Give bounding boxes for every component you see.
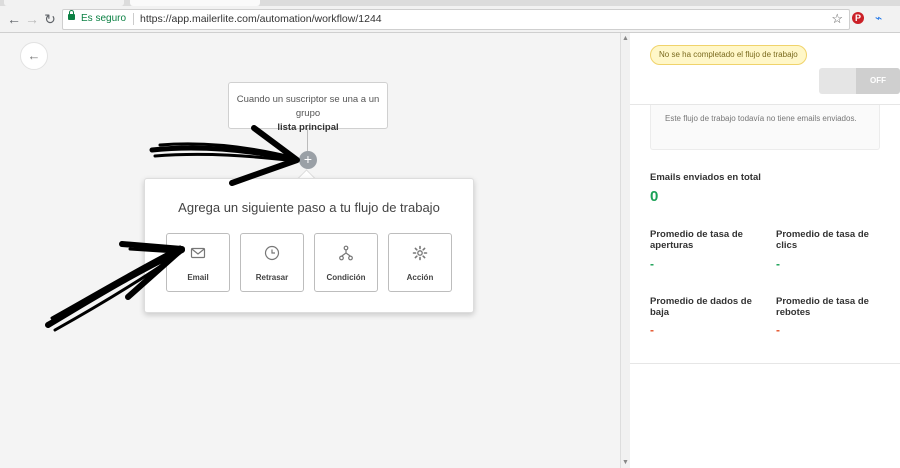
open-rate-value: - <box>650 257 654 271</box>
unsubscribe-rate-label: Promedio de dados de baja <box>650 296 752 318</box>
scroll-down-icon[interactable]: ▼ <box>622 459 629 466</box>
forward-nav-icon[interactable]: → <box>23 10 41 28</box>
envelope-icon <box>190 247 206 259</box>
emails-sent-label: Emails enviados en total <box>650 172 761 183</box>
arrow-left-icon: ← <box>27 48 41 63</box>
trigger-group: lista principal <box>277 122 339 133</box>
emails-sent-value: 0 <box>650 188 659 205</box>
option-condition-button[interactable]: Condición <box>314 233 378 292</box>
open-rate-label: Promedio de tasa de aperturas <box>650 229 743 251</box>
canvas-scrollbar[interactable]: ▲ ▼ <box>620 33 630 468</box>
add-step-panel: Agrega un siguiente paso a tu flujo de t… <box>144 178 474 313</box>
trigger-card[interactable]: Cuando un suscriptor se una a un grupo l… <box>228 82 388 133</box>
workflow-canvas[interactable]: ← Cuando un suscriptor se una a un grupo… <box>0 33 620 468</box>
scroll-up-icon[interactable]: ▲ <box>622 35 629 42</box>
reload-icon[interactable]: ↻ <box>41 10 59 28</box>
add-step-title: Agrega un siguiente paso a tu flujo de t… <box>178 200 440 215</box>
bookmark-star-icon[interactable]: ☆ <box>831 11 843 27</box>
divider <box>630 363 900 364</box>
option-action-label: Acción <box>406 273 434 282</box>
url-text[interactable]: https://app.mailerlite.com/automation/wo… <box>140 13 382 25</box>
option-delay-label: Retrasar <box>255 273 289 282</box>
lock-icon <box>68 10 75 20</box>
option-email-button[interactable]: Email <box>166 233 230 292</box>
add-step-button[interactable]: + <box>299 151 317 169</box>
browser-toolbar: ← → ↻ Es seguro https://app.mailerlite.c… <box>0 6 900 33</box>
back-button[interactable]: ← <box>20 42 48 70</box>
workflow-toggle[interactable]: OFF <box>819 68 900 94</box>
extension-icon[interactable]: ⌁ <box>875 11 882 25</box>
click-rate-label: Promedio de tasa de clics <box>776 229 869 251</box>
unsubscribe-rate-value: - <box>650 323 654 337</box>
info-text: Este flujo de trabajo todavía no tiene e… <box>650 105 880 150</box>
back-nav-icon[interactable]: ← <box>5 10 23 28</box>
click-rate-value: - <box>776 257 780 271</box>
address-separator <box>133 13 134 25</box>
address-bar[interactable]: Es seguro https://app.mailerlite.com/aut… <box>62 9 850 30</box>
option-delay-button[interactable]: Retrasar <box>240 233 304 292</box>
gear-icon <box>412 245 428 261</box>
bounce-rate-label: Promedio de tasa de rebotes <box>776 296 869 318</box>
bounce-rate-value: - <box>776 323 780 337</box>
connector-line <box>307 129 308 152</box>
workflow-sidebar: No se ha completado el flujo de trabajo … <box>630 33 900 468</box>
pinterest-extension-icon[interactable]: P <box>852 12 864 24</box>
branch-icon <box>339 245 353 261</box>
secure-label: Es seguro <box>81 13 127 24</box>
status-badge: No se ha completado el flujo de trabajo <box>650 45 807 65</box>
option-email-label: Email <box>187 273 209 282</box>
option-condition-label: Condición <box>326 273 366 282</box>
trigger-text: Cuando un suscriptor se una a un grupo <box>236 94 380 119</box>
option-action-button[interactable]: Acción <box>388 233 452 292</box>
toggle-off-label: OFF <box>856 68 900 94</box>
clock-icon <box>264 245 280 261</box>
plus-icon: + <box>303 151 313 167</box>
